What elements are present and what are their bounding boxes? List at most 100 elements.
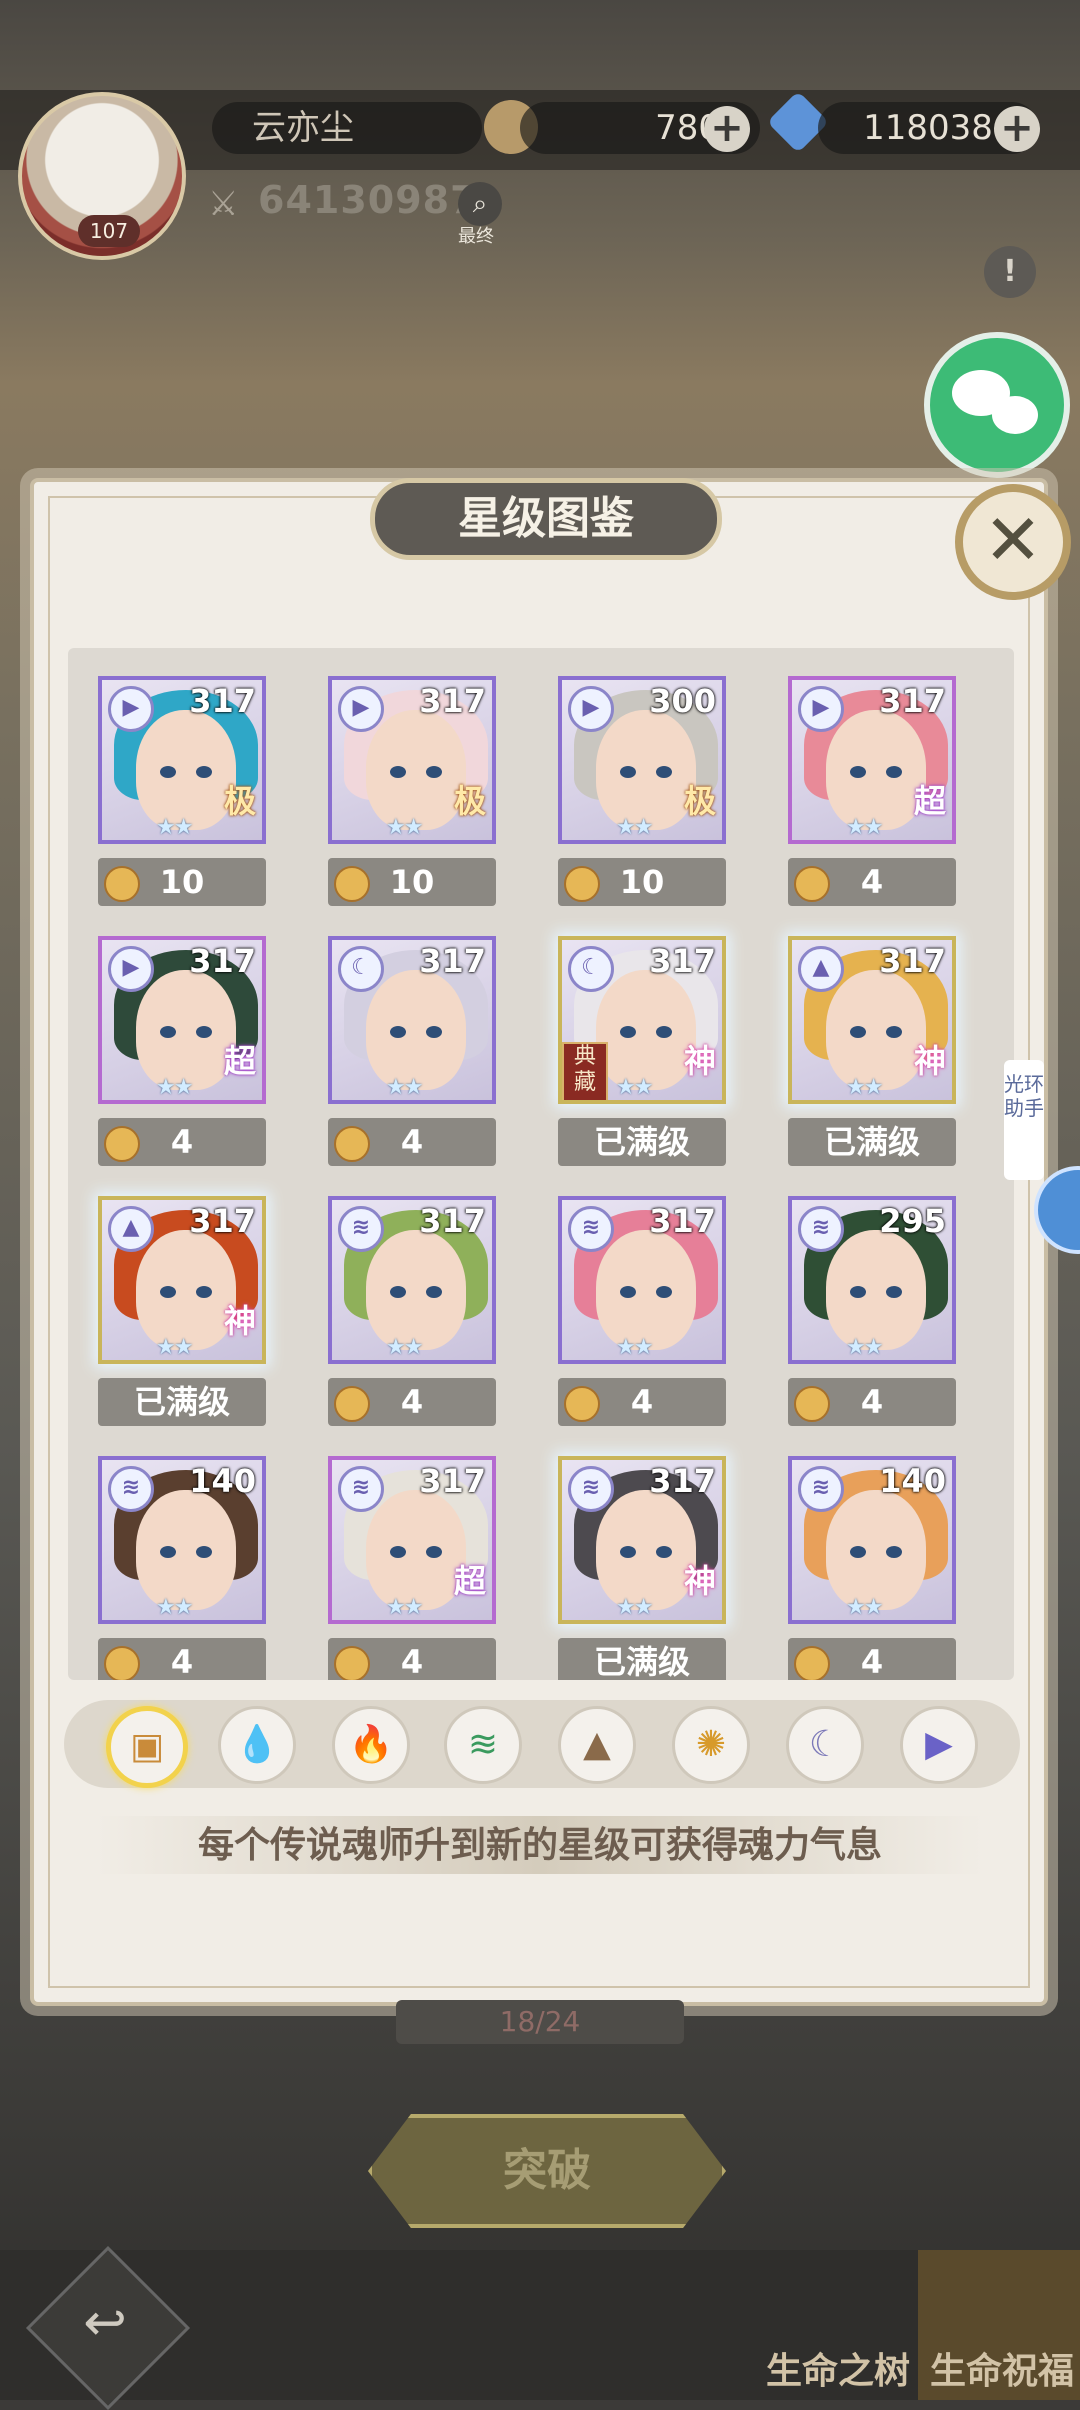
hero-reward-text: 已满级 (593, 1643, 690, 1680)
close-button[interactable]: ✕ (955, 484, 1071, 600)
hero-face (366, 970, 466, 1090)
element-icon: ☾ (338, 946, 384, 992)
hero-reward-text: 已满级 (133, 1383, 230, 1421)
chat-bubble-icon-small (992, 396, 1038, 434)
hero-eye (160, 1286, 176, 1298)
hero-eye (656, 1286, 672, 1298)
hero-face (826, 1230, 926, 1350)
hero-eye (390, 766, 406, 778)
hero-portrait: ≋ 140 ★★ (98, 1456, 266, 1624)
hero-eye (620, 1286, 636, 1298)
hero-eye (160, 1026, 176, 1038)
hero-eye (886, 1546, 902, 1558)
hero-grade: 神 (223, 1302, 256, 1340)
hero-portrait: ▶ 300 极 ★★ (558, 676, 726, 844)
nav-life-tree[interactable]: 生命之树 (766, 2342, 910, 2394)
hero-grade: 神 (913, 1042, 946, 1080)
hero-portrait: ▶ 317 超 ★★ (788, 676, 956, 844)
hero-portrait: ≋ 317 ★★ (328, 1196, 496, 1364)
add-scroll-button[interactable]: + (704, 106, 750, 152)
hero-portrait: ▶ 317 极 ★★ (328, 676, 496, 844)
hero-reward-text: 10 (159, 863, 205, 901)
hero-face (136, 1230, 236, 1350)
hero-eye (656, 1026, 672, 1038)
filter-all-icon[interactable]: ▣ (106, 1706, 188, 1788)
search-icon[interactable]: ⌕ (458, 182, 502, 226)
element-icon: ▶ (568, 686, 614, 732)
hero-level: 295 (879, 1202, 946, 1240)
hero-eye (886, 766, 902, 778)
hero-grid: ▶ 317 极 ★★ 10 ▶ 317 极 ★★ 10 ▶ 300 极 ★★ 10 ▶ 317 超 ★★ 4 ▶ 317 超… (68, 648, 1014, 1680)
soul-coin-icon (104, 1126, 140, 1162)
star-rating-icon: ★★ (846, 815, 883, 840)
filter-thunder-icon[interactable]: ▶ (900, 1706, 978, 1784)
add-diamond-button[interactable]: + (994, 106, 1040, 152)
soul-coin-icon (104, 1646, 140, 1680)
hero-portrait: ≋ 140 ★★ (788, 1456, 956, 1624)
hero-portrait: ≋ 295 ★★ (788, 1196, 956, 1364)
hero-reward-bar: 4 (328, 1638, 496, 1680)
hero-face (366, 1230, 466, 1350)
hero-eye (620, 1026, 636, 1038)
star-rating-icon: ★★ (156, 1595, 193, 1620)
hero-portrait: ☾ 317 神 典藏 ★★ (558, 936, 726, 1104)
hero-grade: 神 (683, 1042, 716, 1080)
soul-coin-icon (334, 866, 370, 902)
hero-reward-bar: 10 (328, 858, 496, 906)
hero-reward-text: 已满级 (823, 1123, 920, 1161)
filter-fire-icon[interactable]: 🔥 (332, 1706, 410, 1784)
element-icon: ≋ (798, 1206, 844, 1252)
breakthrough-button[interactable]: 突破 (368, 2114, 726, 2228)
element-icon: ≋ (798, 1466, 844, 1512)
soul-coin-icon (334, 1126, 370, 1162)
element-icon: ≋ (338, 1206, 384, 1252)
hero-face (366, 710, 466, 830)
hero-level: 317 (649, 942, 716, 980)
hero-level: 317 (649, 1462, 716, 1500)
wechat-float-button[interactable] (924, 332, 1070, 478)
hero-eye (426, 1546, 442, 1558)
hero-reward-text: 已满级 (593, 1123, 690, 1161)
hero-reward-text: 4 (170, 1123, 194, 1161)
side-helper-tab[interactable]: 光环助手 (1004, 1060, 1044, 1180)
star-rating-icon: ★★ (386, 1075, 423, 1100)
hero-portrait: ≋ 317 超 ★★ (328, 1456, 496, 1624)
hero-reward-text: 4 (170, 1643, 194, 1680)
hero-portrait: ▲ 317 神 ★★ (788, 936, 956, 1104)
filter-water-icon[interactable]: 💧 (218, 1706, 296, 1784)
hero-reward-bar: 4 (98, 1638, 266, 1680)
hero-grade: 神 (683, 1562, 716, 1600)
info-icon[interactable]: ! (984, 246, 1036, 298)
star-rating-icon: ★★ (616, 1335, 653, 1360)
filter-wind-icon[interactable]: ≋ (444, 1706, 522, 1784)
hero-reward-bar: 4 (98, 1118, 266, 1166)
hero-reward-text: 4 (860, 863, 884, 901)
hero-reward-bar: 4 (328, 1118, 496, 1166)
hero-level: 317 (419, 682, 486, 720)
hero-reward-bar: 已满级 (788, 1118, 956, 1166)
hero-reward-bar: 10 (558, 858, 726, 906)
filter-light-icon[interactable]: ✺ (672, 1706, 750, 1784)
search-label: 最终 (458, 226, 494, 247)
soul-coin-icon (564, 1386, 600, 1422)
hero-eye (160, 1546, 176, 1558)
hero-grade: 超 (913, 782, 946, 820)
filter-earth-icon[interactable]: ▲ (558, 1706, 636, 1784)
hero-face (136, 1490, 236, 1610)
modal-hint-text: 每个传说魂师升到新的星级可获得魂力气息 (96, 1816, 984, 1874)
progress-counter: 18/24 (396, 2000, 684, 2044)
hero-face (136, 970, 236, 1090)
crossed-swords-icon: ⚔ (208, 184, 239, 224)
star-rating-icon: ★★ (386, 815, 423, 840)
star-rating-icon: ★★ (616, 1595, 653, 1620)
soul-coin-icon (334, 1646, 370, 1680)
filter-dark-icon[interactable]: ☾ (786, 1706, 864, 1784)
element-icon: ▶ (108, 946, 154, 992)
hero-level: 317 (879, 942, 946, 980)
element-icon: ≋ (568, 1466, 614, 1512)
hero-face (826, 1490, 926, 1610)
nav-life-blessing[interactable]: 生命祝福 (930, 2342, 1074, 2394)
hero-portrait: ≋ 317 ★★ (558, 1196, 726, 1364)
soul-coin-icon (334, 1386, 370, 1422)
hero-reward-bar: 4 (788, 1638, 956, 1680)
